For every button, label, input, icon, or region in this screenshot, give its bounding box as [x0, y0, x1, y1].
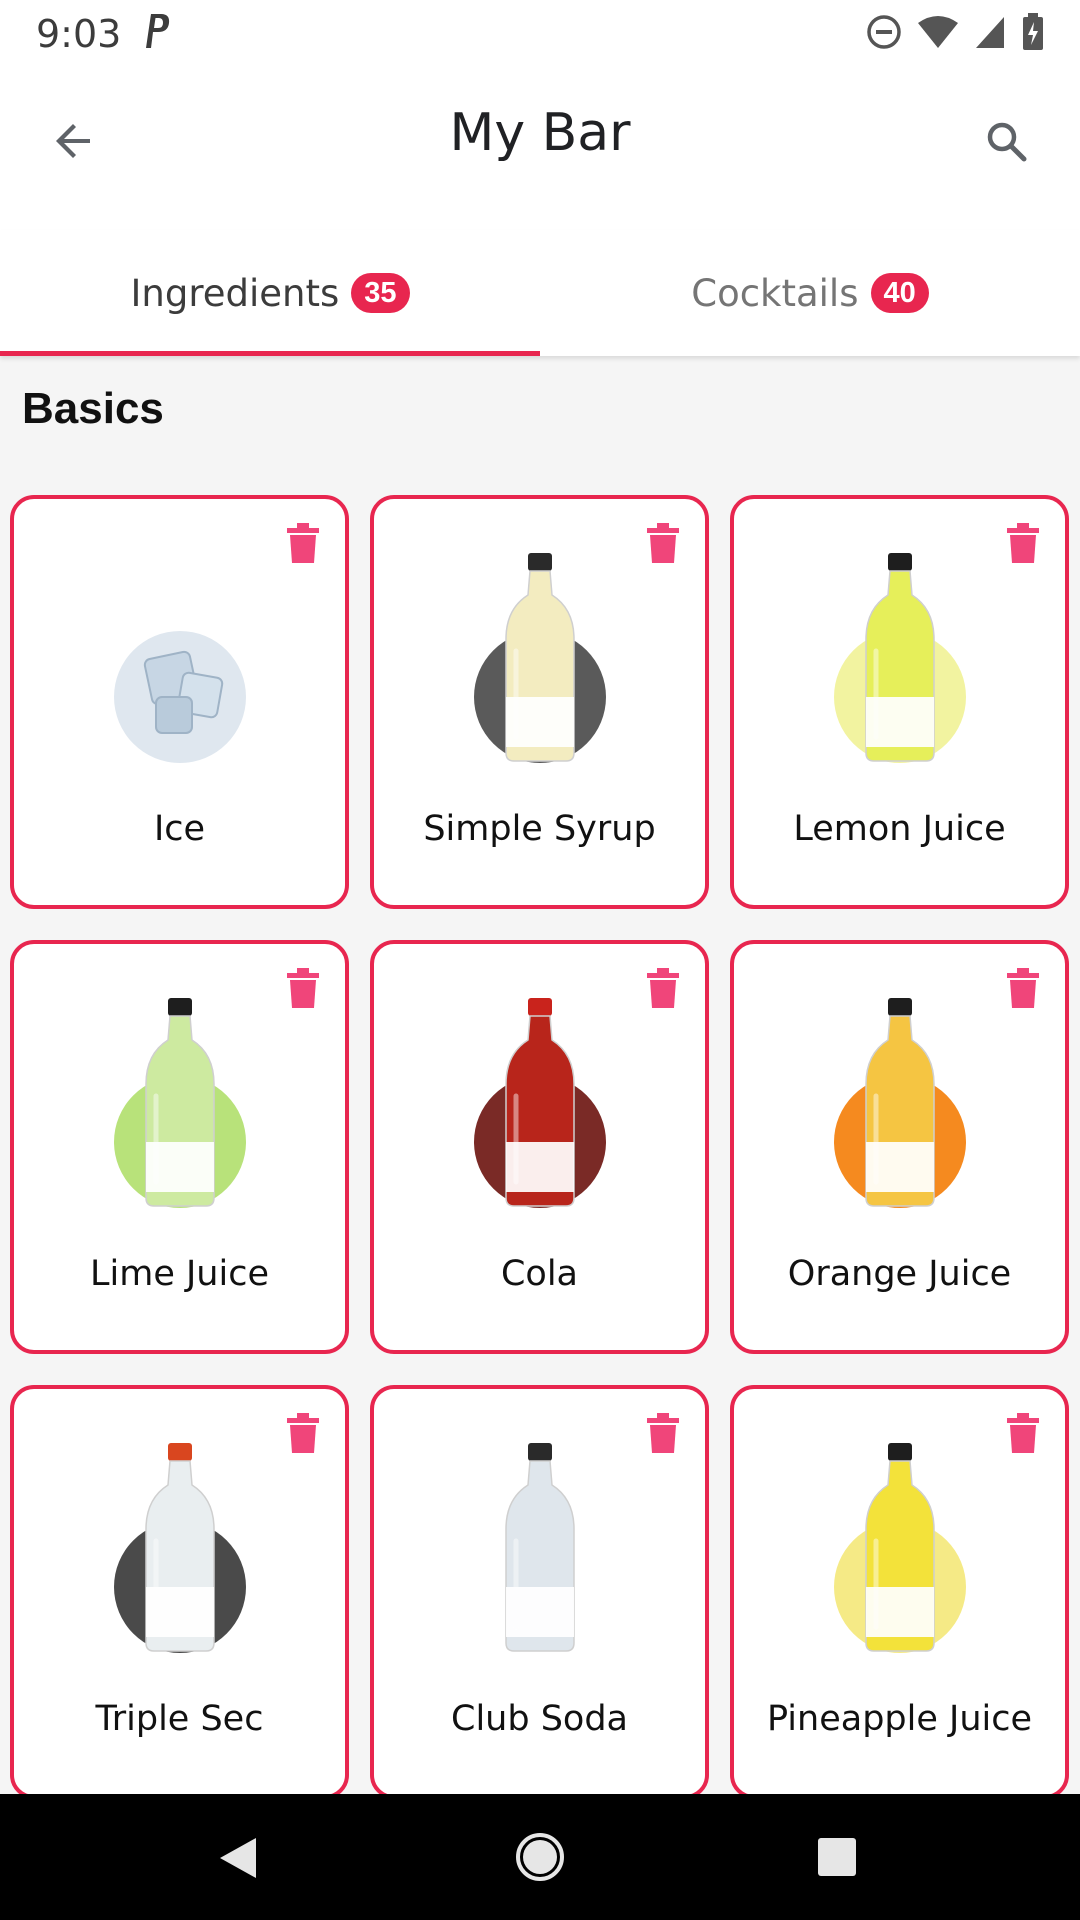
wifi-icon	[918, 16, 958, 48]
ingredient-name: Triple Sec	[95, 1699, 264, 1739]
ingredient-card[interactable]: Simple Syrup	[370, 495, 709, 909]
trash-icon[interactable]	[647, 968, 679, 1008]
bottle-image	[473, 553, 606, 763]
ingredient-name: Orange Juice	[787, 1254, 1012, 1294]
ingredient-name: Club Soda	[451, 1699, 628, 1739]
trash-icon[interactable]	[1007, 968, 1039, 1008]
do-not-disturb-icon	[867, 15, 901, 49]
trash-icon[interactable]	[287, 523, 319, 563]
section-title: Basics	[22, 384, 164, 433]
tab-indicator	[0, 351, 540, 356]
status-time: 9:03	[36, 12, 122, 56]
ingredient-card[interactable]: Cola	[370, 940, 709, 1354]
triangle-back-icon[interactable]	[216, 1834, 260, 1882]
ice-image	[113, 631, 246, 763]
square-recent-icon[interactable]	[816, 1836, 858, 1878]
search-icon	[987, 122, 1027, 162]
ingredient-grid: Ice Simple Syrup Lemon Juice Lime Juice Cola…	[10, 495, 1070, 1799]
bottle-image	[833, 553, 966, 763]
battery-icon	[1023, 13, 1043, 50]
bottle-image	[833, 1443, 966, 1653]
trash-icon[interactable]	[647, 1413, 679, 1453]
ingredient-card[interactable]: Orange Juice	[730, 940, 1069, 1354]
trash-icon[interactable]	[1007, 523, 1039, 563]
bottle-image	[833, 998, 966, 1208]
parking-notification-icon	[146, 14, 170, 48]
signal-icon	[976, 17, 1004, 48]
circle-home-icon[interactable]	[515, 1832, 565, 1882]
ingredient-name: Ice	[153, 809, 206, 849]
ingredient-name: Lemon Juice	[793, 809, 1006, 849]
tab-label: Cocktails	[691, 271, 859, 315]
trash-icon[interactable]	[647, 523, 679, 563]
status-bar: 9:03	[0, 0, 1080, 63]
count-badge: 40	[870, 273, 929, 313]
ingredient-name: Pineapple Juice	[766, 1699, 1033, 1739]
bottle-image	[473, 1443, 606, 1653]
page-title: My Bar	[449, 103, 631, 163]
ingredient-name: Simple Syrup	[423, 809, 656, 849]
bottle-image	[113, 1443, 246, 1653]
ingredient-name: Lime Juice	[90, 1254, 269, 1294]
search-button[interactable]	[970, 105, 1042, 177]
trash-icon[interactable]	[287, 968, 319, 1008]
status-icons	[866, 13, 1044, 50]
ingredient-card[interactable]: Ice	[10, 495, 349, 909]
ingredient-card[interactable]: Lemon Juice	[730, 495, 1069, 909]
trash-icon[interactable]	[287, 1413, 319, 1453]
trash-icon[interactable]	[1007, 1413, 1039, 1453]
count-badge: 35	[351, 273, 410, 313]
tab-cocktails[interactable]: Cocktails 40	[540, 230, 1080, 356]
system-nav-bar	[0, 1794, 1080, 1920]
ingredient-card[interactable]: Triple Sec	[10, 1385, 349, 1799]
bottle-image	[113, 998, 246, 1208]
ingredient-card[interactable]: Pineapple Juice	[730, 1385, 1069, 1799]
tab-ingredients[interactable]: Ingredients 35	[0, 230, 540, 356]
bottle-image	[473, 998, 606, 1208]
ingredient-name: Cola	[500, 1254, 579, 1294]
ingredient-card[interactable]: Lime Juice	[10, 940, 349, 1354]
tab-bar: Ingredients 35 Cocktails 40	[0, 230, 1080, 356]
ingredient-card[interactable]: Club Soda	[370, 1385, 709, 1799]
tab-label: Ingredients	[130, 271, 340, 315]
